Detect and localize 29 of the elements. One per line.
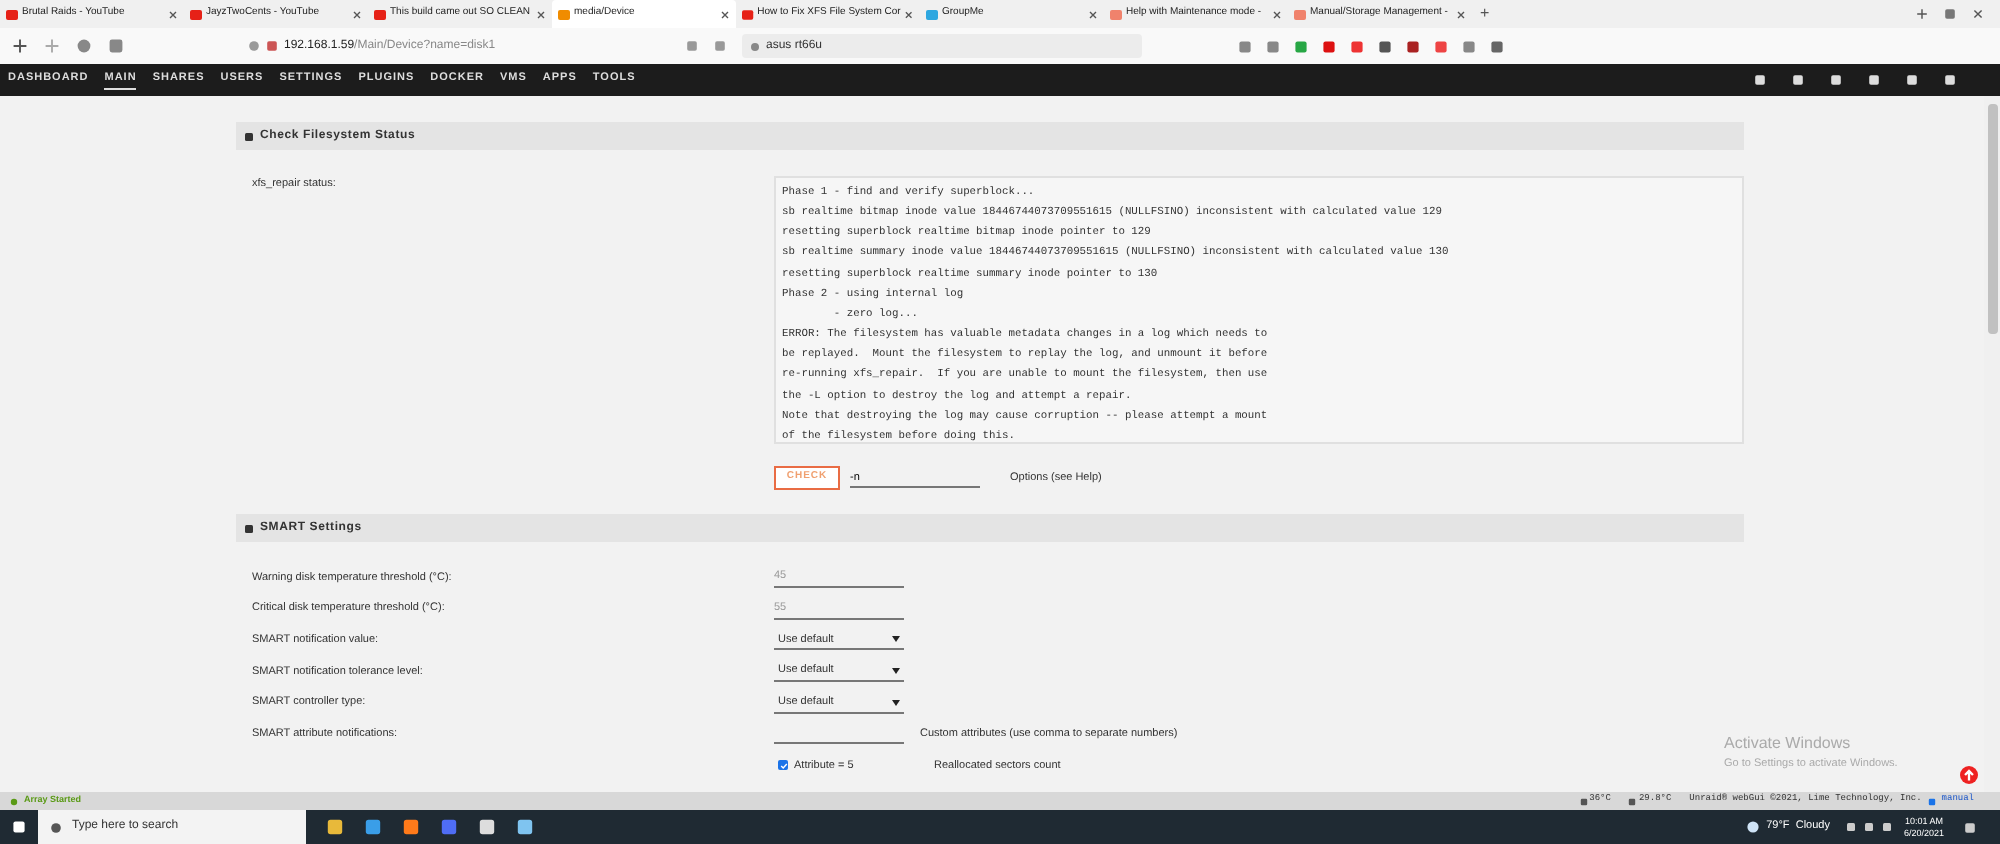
close-icon[interactable] bbox=[352, 9, 362, 19]
toolbar-icon[interactable] bbox=[1906, 74, 1918, 86]
restore-icon[interactable] bbox=[1944, 8, 1956, 20]
new-tab-button[interactable]: + bbox=[1480, 2, 1490, 26]
activation-title: Activate Windows bbox=[1724, 732, 1853, 756]
scroll-top-icon[interactable] bbox=[1960, 766, 1978, 784]
close-icon[interactable] bbox=[1972, 8, 1984, 20]
app-icon[interactable] bbox=[402, 818, 420, 836]
caret-icon bbox=[892, 699, 900, 706]
toolbar-icon[interactable] bbox=[1944, 74, 1956, 86]
app-icon[interactable] bbox=[364, 818, 382, 836]
close-icon[interactable] bbox=[1272, 9, 1282, 19]
checkbox[interactable] bbox=[778, 760, 788, 771]
app-icon[interactable] bbox=[326, 818, 344, 836]
caret-icon bbox=[892, 667, 900, 674]
app-icon[interactable] bbox=[478, 818, 496, 836]
toolbar-icon[interactable] bbox=[1830, 74, 1842, 86]
close-icon[interactable] bbox=[720, 9, 730, 19]
close-icon[interactable] bbox=[536, 9, 546, 19]
close-icon[interactable] bbox=[168, 9, 178, 19]
status-icon bbox=[10, 797, 18, 805]
caret-icon bbox=[892, 636, 900, 643]
app-icon[interactable] bbox=[516, 818, 534, 836]
toolbar-icon[interactable] bbox=[1792, 74, 1804, 86]
toolbar-icon[interactable] bbox=[1754, 74, 1766, 86]
toolbar-icon[interactable] bbox=[1868, 74, 1880, 86]
close-icon[interactable] bbox=[1456, 9, 1466, 19]
close-icon[interactable] bbox=[904, 9, 914, 19]
close-icon[interactable] bbox=[1088, 9, 1098, 19]
